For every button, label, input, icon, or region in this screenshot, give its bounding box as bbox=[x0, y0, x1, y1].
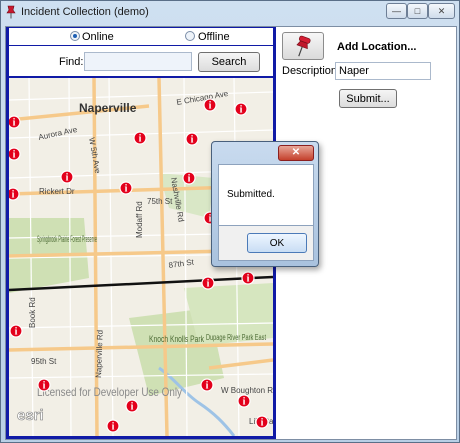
map-street-label: 95th St bbox=[31, 357, 57, 366]
map-park-label: Springbrook Prairie Forest Preserve bbox=[37, 234, 97, 244]
find-bar: Find: Search bbox=[9, 46, 273, 76]
online-label[interactable]: Online bbox=[82, 31, 114, 43]
offline-radio[interactable] bbox=[185, 31, 195, 41]
incident-marker[interactable]: i bbox=[9, 324, 23, 338]
maximize-button[interactable]: □ bbox=[407, 3, 428, 19]
map-street-label: 75th St bbox=[147, 197, 173, 206]
incident-marker-label: i bbox=[243, 397, 246, 408]
description-input[interactable] bbox=[335, 62, 431, 80]
incident-marker[interactable]: i bbox=[201, 276, 215, 290]
incident-marker-label: i bbox=[125, 184, 128, 195]
incident-marker-label: i bbox=[188, 174, 191, 185]
incident-marker-label: i bbox=[139, 134, 142, 145]
map-street-label: Naperville Rd bbox=[94, 330, 105, 378]
find-label: Find: bbox=[59, 56, 84, 68]
incident-marker[interactable]: i bbox=[9, 187, 20, 201]
description-label: Description: bbox=[282, 65, 341, 77]
search-button[interactable]: Search bbox=[198, 52, 260, 72]
online-radio[interactable] bbox=[70, 31, 80, 41]
dialog-message: Submitted. bbox=[227, 189, 275, 200]
message-dialog[interactable]: ✕ Submitted. OK bbox=[211, 141, 319, 267]
incident-marker-label: i bbox=[247, 274, 250, 285]
incident-marker-label: i bbox=[206, 381, 209, 392]
map-park-label: Knoch Knolls Park bbox=[149, 334, 204, 344]
find-input[interactable] bbox=[84, 52, 192, 71]
incident-marker[interactable]: i bbox=[60, 170, 74, 184]
incident-marker[interactable]: i bbox=[203, 98, 217, 112]
mode-selector: Online Offline bbox=[9, 28, 273, 45]
close-button[interactable]: ✕ bbox=[428, 3, 455, 19]
incident-marker-label: i bbox=[66, 173, 69, 184]
pushpin-icon bbox=[296, 35, 311, 57]
map-street-label: Book Rd bbox=[28, 297, 37, 328]
offline-label[interactable]: Offline bbox=[198, 31, 230, 43]
map-park-label: Dupage River Park East bbox=[206, 333, 267, 342]
incident-marker-label: i bbox=[209, 101, 212, 112]
submit-button[interactable]: Submit... bbox=[339, 89, 397, 108]
incident-marker-label: i bbox=[43, 381, 46, 392]
map-street-label: Rickert Dr bbox=[39, 187, 75, 196]
minimize-button[interactable]: — bbox=[386, 3, 407, 19]
incident-marker[interactable]: i bbox=[237, 394, 251, 408]
incident-marker[interactable]: i bbox=[37, 378, 51, 392]
pushpin-icon bbox=[6, 5, 16, 19]
incident-marker[interactable]: i bbox=[133, 131, 147, 145]
ok-button[interactable]: OK bbox=[247, 233, 307, 253]
map-street-label: Modaff Rd bbox=[135, 201, 144, 238]
incident-marker-label: i bbox=[13, 150, 16, 161]
incident-marker[interactable]: i bbox=[182, 171, 196, 185]
map-watermark: Licensed for Developer Use Only bbox=[37, 385, 182, 399]
incident-marker-label: i bbox=[131, 402, 134, 413]
add-location-heading: Add Location... bbox=[337, 41, 417, 53]
incident-marker[interactable]: i bbox=[106, 419, 120, 433]
incident-marker-label: i bbox=[240, 105, 243, 116]
incident-marker-label: i bbox=[13, 118, 16, 129]
incident-marker[interactable]: i bbox=[125, 399, 139, 413]
incident-marker[interactable]: i bbox=[255, 415, 269, 429]
add-location-pin-button[interactable] bbox=[282, 32, 324, 60]
incident-marker[interactable]: i bbox=[200, 378, 214, 392]
incident-marker-label: i bbox=[112, 422, 115, 433]
window-title: Incident Collection (demo) bbox=[21, 6, 149, 18]
incident-marker[interactable]: i bbox=[241, 271, 255, 285]
incident-marker-label: i bbox=[207, 279, 210, 290]
incident-marker[interactable]: i bbox=[185, 132, 199, 146]
incident-marker[interactable]: i bbox=[119, 181, 133, 195]
map-street-label: W Boughton Rd bbox=[221, 386, 273, 395]
incident-marker[interactable]: i bbox=[9, 147, 21, 161]
dialog-body: Submitted. bbox=[218, 164, 314, 226]
map-city-label: Naperville bbox=[79, 101, 137, 115]
dialog-footer: OK bbox=[218, 226, 314, 261]
esri-logo: esri bbox=[17, 407, 44, 424]
incident-marker-label: i bbox=[261, 418, 264, 429]
incident-marker-label: i bbox=[191, 135, 194, 146]
incident-marker[interactable]: i bbox=[9, 115, 21, 129]
app-window: Incident Collection (demo) — □ ✕ Online … bbox=[0, 0, 460, 443]
dialog-close-button[interactable]: ✕ bbox=[278, 145, 314, 161]
incident-marker[interactable]: i bbox=[234, 102, 248, 116]
incident-marker-label: i bbox=[15, 327, 18, 338]
incident-marker-label: i bbox=[12, 190, 15, 201]
title-bar[interactable]: Incident Collection (demo) — □ ✕ bbox=[1, 1, 459, 25]
